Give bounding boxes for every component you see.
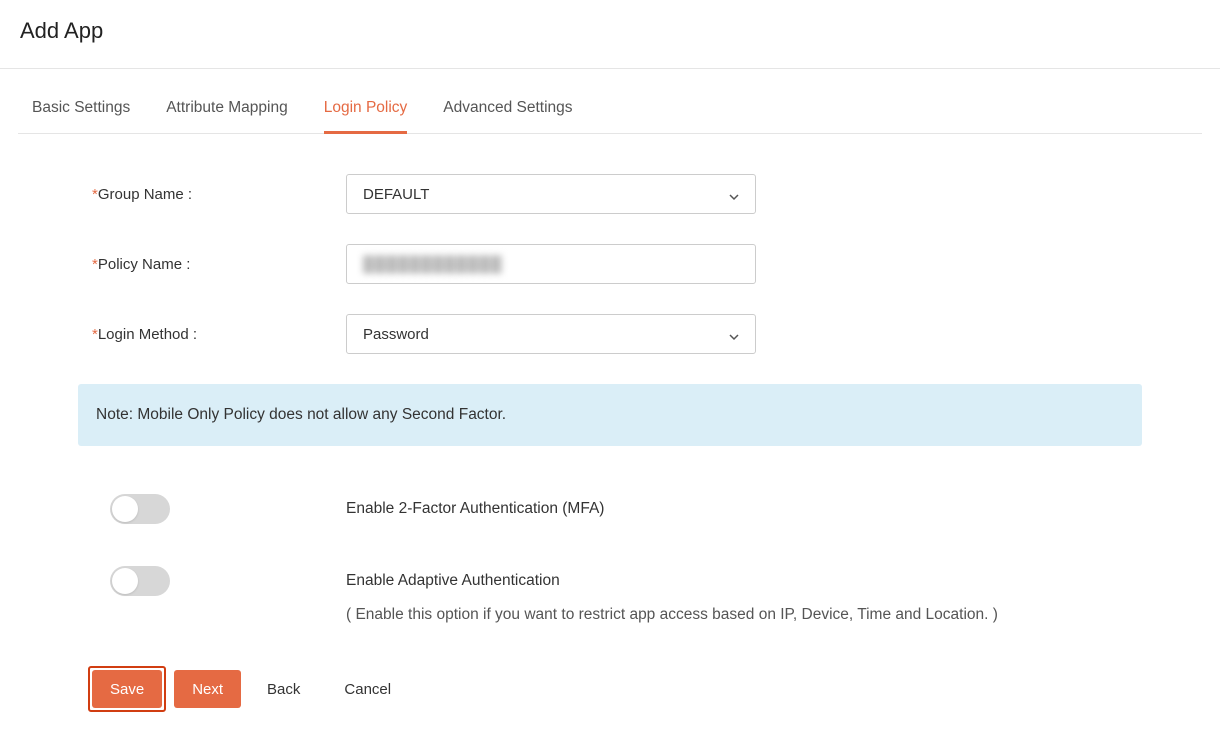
row-mfa: Enable 2-Factor Authentication (MFA) — [78, 494, 1142, 524]
note-box: Note: Mobile Only Policy does not allow … — [78, 384, 1142, 446]
label-policy-name: *Policy Name : — [78, 256, 346, 273]
input-policy-name[interactable]: ████████████ — [346, 244, 756, 284]
label-mfa: Enable 2-Factor Authentication (MFA) — [346, 500, 1142, 518]
tab-advanced-settings[interactable]: Advanced Settings — [443, 87, 572, 134]
row-group-name: *Group Name : DEFAULT — [78, 174, 1142, 214]
back-button[interactable]: Back — [249, 670, 318, 708]
chevron-down-icon — [729, 189, 739, 199]
input-policy-name-value: ████████████ — [363, 256, 503, 273]
content-area: *Group Name : DEFAULT *Policy Name : ███… — [18, 134, 1202, 732]
chevron-down-icon — [729, 329, 739, 339]
row-adaptive: Enable Adaptive Authentication ( Enable … — [78, 566, 1142, 624]
toggle-adaptive[interactable] — [110, 566, 170, 596]
label-adaptive: Enable Adaptive Authentication — [346, 572, 1142, 590]
page-title: Add App — [20, 18, 1200, 44]
tab-login-policy[interactable]: Login Policy — [324, 87, 408, 134]
button-row: Save Next Back Cancel — [78, 666, 1142, 712]
tabs: Basic Settings Attribute Mapping Login P… — [18, 87, 1202, 134]
select-group-name-value: DEFAULT — [363, 186, 429, 203]
page-header: Add App — [0, 0, 1220, 69]
select-login-method[interactable]: Password — [346, 314, 756, 354]
label-adaptive-sub: ( Enable this option if you want to rest… — [346, 606, 1142, 624]
label-group-name: *Group Name : — [78, 186, 346, 203]
select-group-name[interactable]: DEFAULT — [346, 174, 756, 214]
tab-attribute-mapping[interactable]: Attribute Mapping — [166, 87, 288, 134]
toggle-mfa[interactable] — [110, 494, 170, 524]
toggle-knob — [112, 568, 138, 594]
cancel-button[interactable]: Cancel — [326, 670, 409, 708]
label-login-method: *Login Method : — [78, 326, 346, 343]
tab-basic-settings[interactable]: Basic Settings — [32, 87, 130, 134]
save-button[interactable]: Save — [92, 670, 162, 708]
save-highlight: Save — [88, 666, 166, 712]
select-login-method-value: Password — [363, 326, 429, 343]
row-policy-name: *Policy Name : ████████████ — [78, 244, 1142, 284]
toggle-knob — [112, 496, 138, 522]
next-button[interactable]: Next — [174, 670, 241, 708]
row-login-method: *Login Method : Password — [78, 314, 1142, 354]
